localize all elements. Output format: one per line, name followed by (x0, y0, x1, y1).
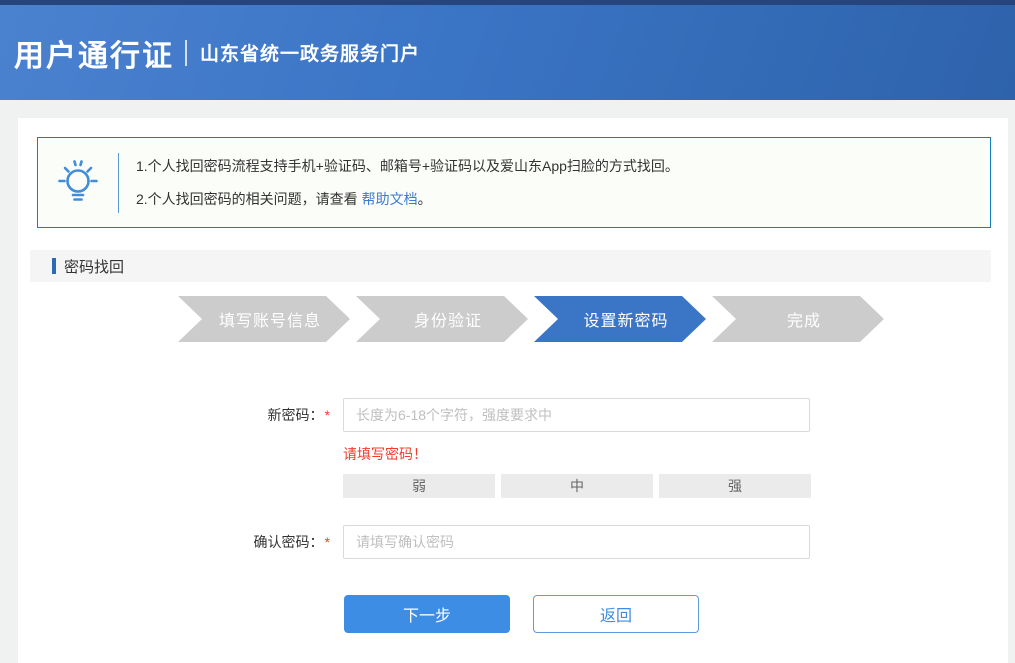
portal-title: 用户通行证 (14, 31, 174, 75)
step-identity-verification: 身份验证 (356, 296, 528, 342)
step-fill-account-info: 填写账号信息 (178, 296, 350, 342)
step-set-new-password: 设置新密码 (534, 296, 706, 342)
section-title: 密码找回 (64, 256, 124, 277)
new-password-input[interactable] (343, 398, 810, 432)
confirm-password-label: 确认密码：* (18, 532, 343, 552)
step-complete: 完成 (712, 296, 884, 342)
notice-text: 1.个人找回密码流程支持手机+验证码、邮箱号+验证码以及爱山东App扫脸的方式找… (119, 150, 679, 216)
required-asterisk: * (325, 407, 330, 423)
form-actions: 下一步 返回 (344, 595, 1008, 633)
notice-line-1: 1.个人找回密码流程支持手机+验证码、邮箱号+验证码以及爱山东App扫脸的方式找… (136, 150, 679, 183)
password-form: 新密码：* 请填写密码！ 弱 中 强 确认密码：* 下一步 返回 (18, 398, 1008, 633)
strength-weak: 弱 (343, 474, 495, 498)
section-accent-bar (52, 258, 56, 274)
confirm-password-row: 确认密码：* (18, 525, 1008, 559)
section-header: 密码找回 (30, 250, 991, 282)
portal-subtitle: 山东省统一政务服务门户 (200, 39, 420, 66)
new-password-row: 新密码：* (18, 398, 1008, 432)
page-header: 用户通行证 山东省统一政务服务门户 (0, 5, 1015, 100)
password-error-message: 请填写密码！ (343, 445, 1008, 464)
confirm-password-input[interactable] (343, 525, 810, 559)
help-doc-link[interactable]: 帮助文档 (362, 191, 418, 207)
next-step-button[interactable]: 下一步 (344, 595, 510, 633)
required-asterisk: * (325, 534, 330, 550)
notice-box: 1.个人找回密码流程支持手机+验证码、邮箱号+验证码以及爱山东App扫脸的方式找… (37, 137, 991, 228)
strength-medium: 中 (501, 474, 653, 498)
header-divider (185, 40, 187, 66)
content-panel: 1.个人找回密码流程支持手机+验证码、邮箱号+验证码以及爱山东App扫脸的方式找… (18, 118, 1008, 663)
strength-strong: 强 (659, 474, 811, 498)
notice-line-2: 2.个人找回密码的相关问题，请查看 帮助文档。 (136, 183, 679, 216)
step-indicator: 填写账号信息 身份验证 设置新密码 完成 (178, 296, 1015, 342)
password-strength-meter: 弱 中 强 (343, 474, 1008, 498)
lightbulb-icon (38, 159, 118, 207)
back-button[interactable]: 返回 (533, 595, 699, 633)
new-password-label: 新密码：* (18, 405, 343, 425)
